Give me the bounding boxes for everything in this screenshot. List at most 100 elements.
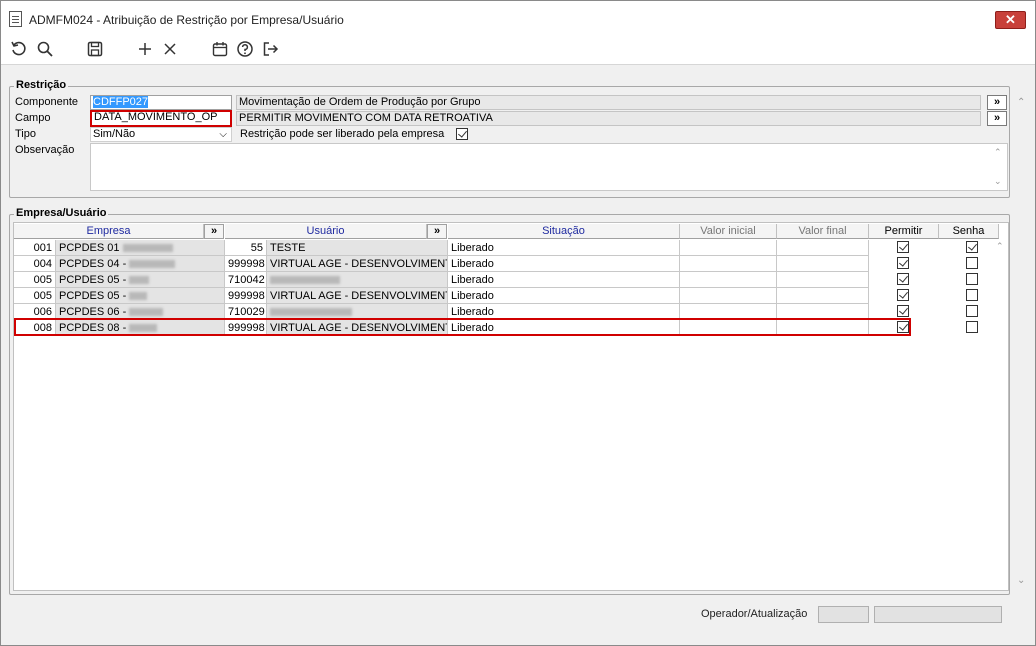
redacted-text: [129, 260, 176, 269]
valor-final-cell[interactable]: [777, 240, 869, 256]
permitir-checkbox[interactable]: [897, 241, 909, 253]
col-permitir[interactable]: Permitir: [869, 224, 939, 239]
app-window: ADMFM024 - Atribuição de Restrição por E…: [0, 0, 1036, 646]
permitir-checkbox[interactable]: [897, 305, 909, 317]
toolbar: [1, 35, 1035, 65]
campo-description: PERMITIR MOVIMENTO COM DATA RETROATIVA: [236, 111, 981, 126]
liberado-label: Restrição pode ser liberado pela empresa: [240, 128, 445, 140]
observacao-label: Observação: [15, 144, 75, 156]
componente-description: Movimentação de Ordem de Produção por Gr…: [236, 95, 981, 110]
valor-final-cell[interactable]: [777, 272, 869, 288]
permitir-checkbox[interactable]: [897, 289, 909, 301]
title-bar: ADMFM024 - Atribuição de Restrição por E…: [1, 1, 1035, 35]
search-icon[interactable]: [35, 39, 55, 59]
save-icon[interactable]: [85, 39, 105, 59]
usuario-code-cell[interactable]: 710042: [225, 272, 267, 288]
usuario-code-cell[interactable]: 999998: [225, 256, 267, 272]
situacao-cell[interactable]: Liberado: [448, 272, 680, 288]
senha-checkbox[interactable]: [966, 321, 978, 333]
redacted-text: [129, 308, 164, 317]
exit-icon[interactable]: [260, 39, 280, 59]
redacted-text: [129, 276, 150, 285]
situacao-cell[interactable]: Liberado: [448, 256, 680, 272]
liberado-checkbox[interactable]: [456, 128, 468, 140]
col-valor-final[interactable]: Valor final: [777, 224, 869, 239]
situacao-cell[interactable]: Liberado: [448, 240, 680, 256]
refresh-icon[interactable]: [9, 39, 29, 59]
campo-label: Campo: [15, 112, 51, 124]
operador-field: [818, 606, 869, 623]
observacao-scroll-down-icon[interactable]: ⌄: [994, 176, 1002, 187]
permitir-checkbox[interactable]: [897, 257, 909, 269]
senha-checkbox[interactable]: [966, 241, 978, 253]
empresa-name-cell[interactable]: PCPDES 05 -: [56, 288, 225, 304]
col-senha[interactable]: Senha: [939, 224, 999, 239]
observacao-textarea[interactable]: [90, 143, 1008, 191]
window-title: ADMFM024 - Atribuição de Restrição por E…: [29, 13, 344, 27]
usuario-name-cell[interactable]: TESTE: [267, 240, 448, 256]
tipo-select[interactable]: Sim/Não ⌵: [90, 127, 232, 142]
valor-final-cell[interactable]: [777, 288, 869, 304]
situacao-cell[interactable]: Liberado: [448, 288, 680, 304]
grid-scroll-up-icon[interactable]: ⌃: [996, 241, 1004, 252]
empresa-expand-button[interactable]: »: [204, 224, 224, 239]
redacted-text: [129, 292, 148, 301]
empresa-code-cell[interactable]: 005: [14, 272, 56, 288]
table-row[interactable]: 005 PCPDES 05 -710042 Liberado: [14, 272, 1010, 288]
add-icon[interactable]: [135, 39, 155, 59]
table-row[interactable]: 001 PCPDES 01 55 TESTE Liberado: [14, 240, 1010, 256]
operador-label: Operador/Atualização: [701, 608, 808, 620]
usuario-name-cell[interactable]: VIRTUAL AGE - DESENVOLVIMENTO: [267, 288, 448, 304]
table-row[interactable]: 004 PCPDES 04 -999998 VIRTUAL AGE - DESENV…: [14, 256, 1010, 272]
empresa-name-cell[interactable]: PCPDES 01: [56, 240, 225, 256]
empresa-usuario-grid: Empresa » Usuário » Situação Valor inici…: [13, 222, 1009, 591]
senha-checkbox[interactable]: [966, 305, 978, 317]
usuario-expand-button[interactable]: »: [427, 224, 447, 239]
senha-checkbox[interactable]: [966, 273, 978, 285]
campo-input[interactable]: DATA_MOVIMENTO_OP: [90, 110, 232, 127]
permitir-checkbox[interactable]: [897, 273, 909, 285]
observacao-scroll-up-icon[interactable]: ⌃: [994, 147, 1002, 158]
cancel-icon[interactable]: [160, 39, 180, 59]
componente-input[interactable]: CDFFP027: [90, 95, 232, 110]
col-valor-inicial[interactable]: Valor inicial: [680, 224, 777, 239]
empresa-usuario-title: Empresa/Usuário: [14, 207, 109, 219]
restricao-title: Restrição: [14, 79, 69, 91]
redacted-text: [122, 244, 173, 253]
empresa-name-cell[interactable]: PCPDES 04 -: [56, 256, 225, 272]
form-scroll-down-icon[interactable]: ⌄: [1017, 575, 1025, 586]
col-situacao[interactable]: Situação: [448, 224, 680, 239]
empresa-code-cell[interactable]: 001: [14, 240, 56, 256]
valor-inicial-cell[interactable]: [680, 240, 777, 256]
close-button[interactable]: ✕: [995, 11, 1026, 29]
valor-final-cell[interactable]: [777, 256, 869, 272]
table-row[interactable]: 005 PCPDES 05 -999998 VIRTUAL AGE - DESENV…: [14, 288, 1010, 304]
usuario-name-cell[interactable]: VIRTUAL AGE - DESENVOLVIMENTO: [267, 256, 448, 272]
campo-search-button[interactable]: »: [987, 111, 1007, 126]
usuario-code-cell[interactable]: 55: [225, 240, 267, 256]
usuario-code-cell[interactable]: 999998: [225, 288, 267, 304]
empresa-code-cell[interactable]: 005: [14, 288, 56, 304]
selected-row-highlight: [14, 318, 911, 336]
senha-checkbox[interactable]: [966, 289, 978, 301]
empresa-code-cell[interactable]: 004: [14, 256, 56, 272]
usuario-name-cell[interactable]: [267, 272, 448, 288]
form-scroll-up-icon[interactable]: ⌃: [1017, 97, 1025, 108]
help-icon[interactable]: [235, 39, 255, 59]
componente-search-button[interactable]: »: [987, 95, 1007, 110]
valor-inicial-cell[interactable]: [680, 272, 777, 288]
senha-checkbox[interactable]: [966, 257, 978, 269]
col-usuario[interactable]: Usuário: [225, 224, 427, 239]
atualizacao-field: [874, 606, 1002, 623]
redacted-text: [270, 276, 340, 285]
redacted-text: [270, 308, 352, 317]
componente-label: Componente: [15, 96, 78, 108]
calendar-icon[interactable]: [210, 39, 230, 59]
document-icon: [9, 11, 22, 27]
empresa-name-cell[interactable]: PCPDES 05 -: [56, 272, 225, 288]
col-empresa[interactable]: Empresa: [14, 224, 204, 239]
chevron-down-icon: ⌵: [219, 129, 227, 140]
tipo-label: Tipo: [15, 128, 36, 140]
valor-inicial-cell[interactable]: [680, 256, 777, 272]
valor-inicial-cell[interactable]: [680, 288, 777, 304]
